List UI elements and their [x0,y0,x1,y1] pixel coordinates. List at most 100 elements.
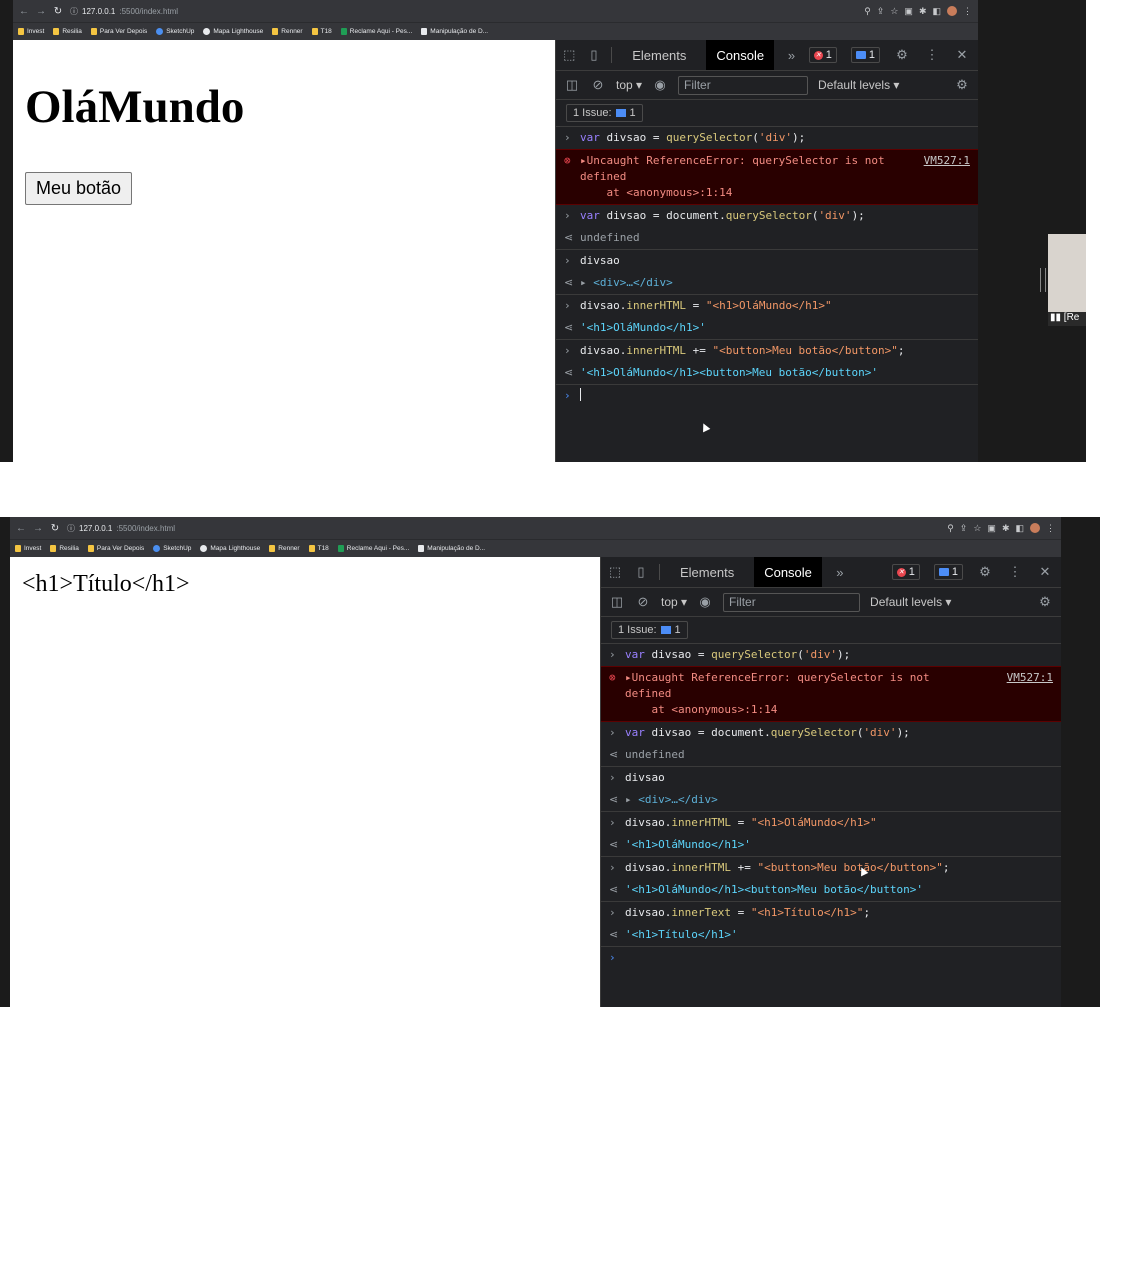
forward-arrow-icon[interactable]: → [36,6,46,17]
meu-botao-button[interactable]: Meu botão [25,172,133,205]
bookmark-item[interactable]: Reclame Aqui - Pes... [337,545,409,552]
bookmark-item[interactable]: Reclame Aqui - Pes... [340,28,412,35]
zoom-icon[interactable]: ⚲ [864,6,871,17]
clear-console-icon[interactable]: ⊘ [635,594,651,610]
more-tabs-icon[interactable]: » [784,47,799,63]
issues-button[interactable]: 1 Issue: 1 [611,621,688,639]
error-text[interactable]: Uncaught ReferenceError: querySelector i… [580,154,885,199]
url-field[interactable]: ⓘ 127.0.0.1:5500/index.html [67,523,940,534]
inspect-icon[interactable]: ⬚ [607,564,623,580]
bookmark-item[interactable]: Para Ver Depois [87,545,144,552]
back-arrow-icon[interactable]: ← [16,523,26,534]
bookmark-item[interactable]: Resilia [50,545,79,552]
message-count-badge[interactable]: 1 [933,564,963,580]
profile-avatar[interactable] [1030,523,1040,533]
eye-icon[interactable]: ◉ [697,594,713,610]
sidepanel-icon[interactable]: ◧ [932,6,941,17]
close-icon[interactable]: ✕ [1037,564,1053,580]
device-toggle-icon[interactable]: ▯ [633,564,649,580]
context-selector[interactable]: top ▾ [661,595,687,609]
expand-triangle-icon[interactable]: ▸ [625,793,638,806]
expand-triangle-icon[interactable]: ▸ [580,276,593,289]
tab-console[interactable]: Console [706,40,775,70]
bookmark-item[interactable]: SketchUp [156,28,194,35]
video-thumbnail[interactable]: ▮▮ [Re [1048,234,1086,326]
context-selector[interactable]: top ▾ [616,78,642,92]
back-arrow-icon[interactable]: ← [19,6,29,17]
bookmark-item[interactable]: Invest [15,545,41,552]
puzzle-icon[interactable]: ✱ [1002,523,1010,534]
puzzle-icon[interactable]: ✱ [919,6,927,17]
reload-icon[interactable]: ↻ [50,523,60,534]
star-icon[interactable]: ☆ [973,523,981,534]
share-icon[interactable]: ⇪ [960,523,968,534]
tab-console[interactable]: Console [754,557,822,587]
bookmark-item[interactable]: Renner [269,545,300,552]
levels-dropdown[interactable]: Default levels ▾ [870,595,951,609]
forward-arrow-icon[interactable]: → [33,523,43,534]
error-count-badge[interactable]: ✕ 1 [808,47,837,63]
close-icon[interactable]: ✕ [954,47,970,63]
source-link[interactable]: VM527:1 [924,153,978,201]
console-input-line: › divsao.innerHTML += "<button>Meu botão<… [601,857,1061,879]
bookmark-item[interactable]: Manipulação de D... [418,545,485,552]
console-result: '<h1>Título</h1>' [625,928,738,941]
reload-icon[interactable]: ↻ [53,6,63,17]
settings-gear-icon[interactable]: ⚙ [977,564,993,580]
sidebar-toggle-icon[interactable]: ◫ [609,594,625,610]
resize-handle[interactable] [1040,268,1046,292]
console-prompt[interactable]: › [601,947,1061,969]
expandable-element-result[interactable]: ▸ <div>…</div> [580,275,673,291]
bookmark-item[interactable]: SketchUp [153,545,191,552]
extension-icon[interactable]: ▣ [987,523,996,534]
filter-input[interactable] [678,75,809,95]
settings-gear-icon[interactable]: ⚙ [894,47,910,63]
url-host: 127.0.0.1 [79,523,113,533]
menu-dots-icon[interactable]: ⋮ [1046,523,1055,534]
kebab-menu-icon[interactable]: ⋮ [1007,564,1023,580]
tab-elements[interactable]: Elements [670,557,744,587]
profile-avatar[interactable] [947,6,957,16]
console-output-line: ⋖ '<h1>OláMundo</h1>' [556,317,978,340]
error-icon: ✕ [896,567,906,577]
inspect-icon[interactable]: ⬚ [562,47,577,63]
bookmark-item[interactable]: Invest [18,28,44,35]
device-toggle-icon[interactable]: ▯ [587,47,602,63]
clear-console-icon[interactable]: ⊘ [590,77,606,93]
console-toolbar: ◫ ⊘ top ▾ ◉ Default levels ▾ ⚙ [601,588,1061,617]
more-tabs-icon[interactable]: » [832,564,848,580]
tab-elements[interactable]: Elements [622,40,696,70]
bookmark-item[interactable]: Resilia [53,28,82,35]
console-settings-icon[interactable]: ⚙ [954,77,970,93]
error-text[interactable]: Uncaught ReferenceError: querySelector i… [625,671,930,716]
bookmark-item[interactable]: Para Ver Depois [90,28,147,35]
bookmark-item[interactable]: Renner [272,28,303,35]
zoom-icon[interactable]: ⚲ [947,523,954,534]
sidepanel-icon[interactable]: ◧ [1015,523,1024,534]
browser-content: OláMundo Meu botão ⬚ ▯ Elements Console … [13,40,978,462]
bookmark-item[interactable]: Manipulação de D... [421,28,488,35]
error-count-badge[interactable]: ✕ 1 [891,564,920,580]
star-icon[interactable]: ☆ [890,6,898,17]
console-settings-icon[interactable]: ⚙ [1037,594,1053,610]
info-icon[interactable]: ⓘ [70,6,78,17]
bookmark-item[interactable]: T18 [308,545,329,552]
message-count-badge[interactable]: 1 [850,47,880,63]
expandable-element-result[interactable]: ▸ <div>…</div> [625,792,718,808]
bookmark-item[interactable]: Mapa Lighthouse [203,28,263,35]
levels-dropdown[interactable]: Default levels ▾ [818,78,899,92]
url-field[interactable]: ⓘ 127.0.0.1:5500/index.html [70,6,857,17]
extension-icon[interactable]: ▣ [904,6,913,17]
menu-dots-icon[interactable]: ⋮ [963,6,972,17]
source-link[interactable]: VM527:1 [1007,670,1061,718]
eye-icon[interactable]: ◉ [652,77,668,93]
console-prompt[interactable]: › [556,385,978,407]
info-icon[interactable]: ⓘ [67,523,75,534]
bookmark-item[interactable]: Mapa Lighthouse [200,545,260,552]
share-icon[interactable]: ⇪ [877,6,885,17]
kebab-menu-icon[interactable]: ⋮ [924,47,940,63]
bookmark-item[interactable]: T18 [311,28,332,35]
filter-input[interactable] [723,592,861,612]
sidebar-toggle-icon[interactable]: ◫ [564,77,580,93]
issues-button[interactable]: 1 Issue: 1 [566,104,643,122]
